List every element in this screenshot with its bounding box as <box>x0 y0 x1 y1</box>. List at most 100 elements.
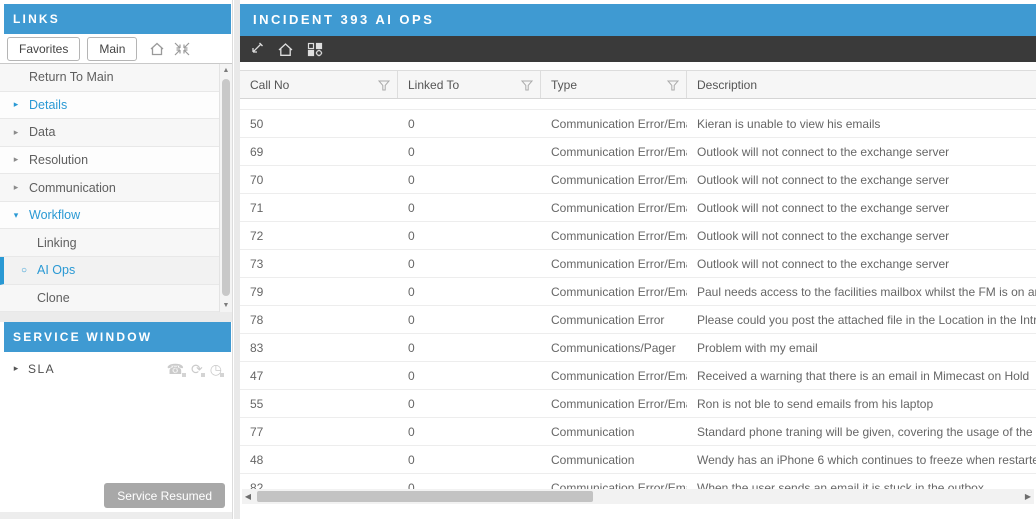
cell-description: Kieran is unable to view his emails <box>687 117 1036 131</box>
cell-description: Received a warning that there is an emai… <box>687 369 1036 383</box>
filter-icon[interactable] <box>667 80 679 91</box>
table-row[interactable]: 72 0 Communication Error/Email Outlook w… <box>240 221 1036 249</box>
cell-type: Communication <box>541 453 687 467</box>
cell-linked-to: 0 <box>398 145 541 159</box>
cell-description: Wendy has an iPhone 6 which continues to… <box>687 453 1036 467</box>
cell-call-no: 83 <box>240 341 398 355</box>
table-row[interactable]: 55 0 Communication Error/Email Ron is no… <box>240 389 1036 417</box>
cell-call-no: 47 <box>240 369 398 383</box>
filter-icon[interactable] <box>521 80 533 91</box>
home-icon[interactable] <box>149 42 165 56</box>
table-row[interactable]: 83 0 Communications/Pager Problem with m… <box>240 333 1036 361</box>
column-header[interactable]: Description <box>687 71 1036 98</box>
cell-call-no: 50 <box>240 117 398 131</box>
bottom-strip <box>240 504 1036 519</box>
sidebar-tree-item[interactable]: ▸ Resolution <box>0 147 232 175</box>
cell-linked-to: 0 <box>398 397 541 411</box>
incident-panel-title: INCIDENT 393 AI OPS <box>240 4 1036 36</box>
sidebar-tree-item[interactable]: ▾ Workflow <box>0 202 232 230</box>
expander-icon[interactable]: ▸ <box>10 363 22 374</box>
filter-icon[interactable] <box>378 80 390 91</box>
scrollbar-thumb[interactable] <box>222 79 230 296</box>
links-tabs-row: Favorites Main <box>0 34 232 64</box>
table-row[interactable]: 73 0 Communication Error/Email Outlook w… <box>240 249 1036 277</box>
service-resumed-button[interactable]: Service Resumed <box>104 483 225 508</box>
collapse-icon[interactable] <box>174 42 190 56</box>
column-header-label: Description <box>697 78 757 92</box>
tree-item-label: AI Ops <box>37 263 75 277</box>
horizontal-scrollbar[interactable]: ◀ ▶ <box>242 489 1034 504</box>
table-row[interactable]: 48 0 Communication Wendy has an iPhone 6… <box>240 445 1036 473</box>
table-row[interactable]: 78 0 Communication Error Please could yo… <box>240 305 1036 333</box>
cell-type: Communication Error <box>541 313 687 327</box>
service-window-title: SERVICE WINDOW <box>4 322 231 352</box>
scroll-right-icon[interactable]: ▶ <box>1022 489 1034 504</box>
sidebar-scrollbar[interactable]: ▲ ▼ <box>219 64 232 312</box>
table-row[interactable]: 79 0 Communication Error/Email Paul need… <box>240 277 1036 305</box>
table-row[interactable]: 69 0 Communication Error/Email Outlook w… <box>240 137 1036 165</box>
table-header: Call No Linked To <box>240 70 1036 99</box>
cell-call-no: 78 <box>240 313 398 327</box>
cell-description: Please could you post the attached file … <box>687 313 1036 327</box>
cell-description: Ron is not ble to send emails from his l… <box>687 397 1036 411</box>
grid-settings-icon[interactable] <box>307 42 323 57</box>
bottom-strip <box>0 512 232 519</box>
tree-item-label: Return To Main <box>29 70 114 84</box>
cell-description: Outlook will not connect to the exchange… <box>687 229 1036 243</box>
column-header[interactable]: Call No <box>240 71 398 98</box>
table-row[interactable]: 77 0 Communication Standard phone tranin… <box>240 417 1036 445</box>
cell-type: Communication Error/Email <box>541 257 687 271</box>
scroll-down-icon[interactable]: ▼ <box>220 302 232 309</box>
sidebar-tree-item[interactable]: ○ AI Ops <box>0 257 232 285</box>
table-row[interactable]: 71 0 Communication Error/Email Outlook w… <box>240 193 1036 221</box>
cell-type: Communication Error/Email <box>541 285 687 299</box>
table-row[interactable]: 47 0 Communication Error/Email Received … <box>240 361 1036 389</box>
table-row[interactable]: 70 0 Communication Error/Email Outlook w… <box>240 165 1036 193</box>
sidebar-tree-item[interactable]: ▸ Communication <box>0 174 232 202</box>
cell-description: Outlook will not connect to the exchange… <box>687 257 1036 271</box>
collapse-arrow-icon[interactable] <box>249 42 264 56</box>
table-row[interactable]: 50 0 Communication Error/Email Kieran is… <box>240 109 1036 137</box>
sla-row[interactable]: ▸ SLA ☎ ⟳ ◷ <box>0 352 232 385</box>
cell-description: Paul needs access to the facilities mail… <box>687 285 1036 299</box>
cell-call-no: 55 <box>240 397 398 411</box>
links-tab[interactable]: Main <box>87 37 137 61</box>
cell-linked-to: 0 <box>398 117 541 131</box>
cell-type: Communication Error/Email <box>541 201 687 215</box>
cell-linked-to: 0 <box>398 341 541 355</box>
links-panel: LINKS FavoritesMain Return <box>0 0 233 519</box>
home-icon[interactable] <box>277 42 294 57</box>
cell-call-no: 79 <box>240 285 398 299</box>
sidebar-tree-item[interactable]: Clone <box>0 285 232 313</box>
sidebar-tree-item[interactable]: ▸ Details <box>0 92 232 120</box>
scrollbar-thumb[interactable] <box>257 491 593 502</box>
cell-description: Outlook will not connect to the exchange… <box>687 201 1036 215</box>
clock-icon: ◷ <box>210 361 222 377</box>
scroll-left-icon[interactable]: ◀ <box>242 489 254 504</box>
cell-call-no: 69 <box>240 145 398 159</box>
tree-item-label: Details <box>29 98 67 112</box>
tree-item-label: Resolution <box>29 153 88 167</box>
column-header[interactable]: Linked To <box>398 71 541 98</box>
sidebar-tree-item[interactable]: Return To Main <box>0 64 232 92</box>
cell-linked-to: 0 <box>398 173 541 187</box>
links-tab[interactable]: Favorites <box>7 37 80 61</box>
incident-toolbar <box>240 36 1036 62</box>
tree-item-label: Linking <box>37 236 77 250</box>
sidebar-tree-item[interactable]: Linking <box>0 229 232 257</box>
cell-linked-to: 0 <box>398 453 541 467</box>
cell-type: Communication Error/Email <box>541 145 687 159</box>
expander-icon: ▸ <box>10 127 22 138</box>
column-header[interactable]: Type <box>541 71 687 98</box>
expander-icon: ○ <box>18 265 30 276</box>
links-panel-title: LINKS <box>4 4 231 34</box>
cell-linked-to: 0 <box>398 369 541 383</box>
cell-description: Outlook will not connect to the exchange… <box>687 173 1036 187</box>
cell-call-no: 71 <box>240 201 398 215</box>
cell-description: Outlook will not connect to the exchange… <box>687 145 1036 159</box>
expander-icon: ▸ <box>10 154 22 165</box>
sidebar-tree-item[interactable]: ▸ Data <box>0 119 232 147</box>
scroll-up-icon[interactable]: ▲ <box>220 67 232 74</box>
phone-icon: ☎ <box>167 361 184 377</box>
cell-type: Communication Error/Email <box>541 173 687 187</box>
